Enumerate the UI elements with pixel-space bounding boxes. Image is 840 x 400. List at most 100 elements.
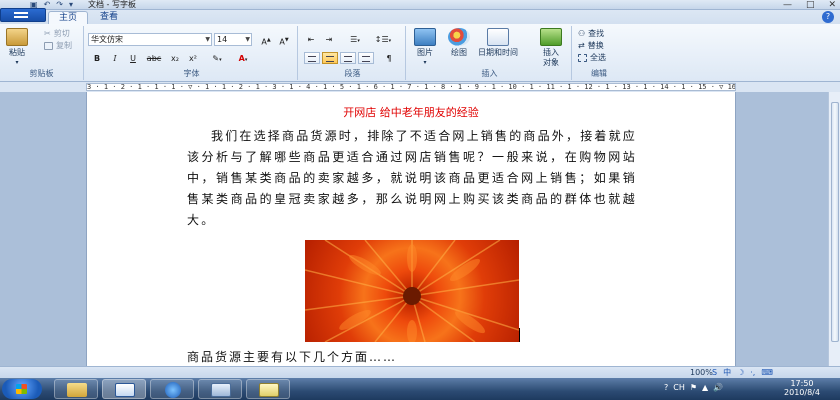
- paragraph-group-label: 段落: [344, 69, 361, 78]
- replace-button[interactable]: ⇄ 替换: [578, 41, 604, 51]
- italic-button[interactable]: I: [108, 52, 122, 64]
- ribbon-tabs: 主页 查看 ?: [0, 10, 840, 24]
- bold-button[interactable]: B: [90, 52, 104, 64]
- status-bar: 100% S 中 ☽ ·, ⌨: [0, 366, 840, 378]
- taskbar-internet-explorer[interactable]: [150, 379, 194, 399]
- paste-button[interactable]: 粘贴 ▾: [6, 28, 28, 68]
- paragraph-group: ⇤ ⇥ ☰▾ ↕☰▾ ¶ 段落: [300, 26, 406, 80]
- menu-icon: [14, 12, 28, 18]
- highlight-color-button[interactable]: ✎▾: [206, 52, 228, 64]
- horizontal-ruler[interactable]: 3 · 1 · 2 · 1 · 1 · 1 · ▽ · 1 · 1 · 2 · …: [86, 83, 736, 91]
- palette-icon: [448, 28, 470, 46]
- document-page[interactable]: 开网店 给中老年朋友的经验 我们在选择商品货源时，排除了不适合网上销售的商品外，…: [86, 92, 736, 366]
- font-group: 华文仿宋 ▼ 14 ▼ A▲ A▼ B I U abc x₂ x² ✎▾ A▾ 字体: [86, 26, 298, 80]
- windows-logo-icon: [16, 384, 27, 394]
- superscript-button[interactable]: x²: [186, 52, 200, 64]
- align-right-button[interactable]: [340, 52, 356, 64]
- date-time-button[interactable]: 日期和时间: [478, 28, 518, 58]
- keyboard-icon[interactable]: ⌨: [761, 367, 773, 378]
- font-color-button[interactable]: A▾: [232, 52, 254, 64]
- volume-icon[interactable]: 🔊: [713, 380, 723, 396]
- chrysanthemum-graphic: [305, 240, 519, 342]
- application-menu-button[interactable]: [0, 8, 46, 22]
- close-button[interactable]: ✕: [828, 0, 836, 10]
- window-title: 文档 - 写字板: [88, 0, 136, 9]
- clipboard-group: 粘贴 ▾ ✂ 剪切 复制 剪贴板: [0, 26, 84, 80]
- ime-icon-1[interactable]: S: [712, 367, 717, 378]
- scrollbar-thumb[interactable]: [831, 102, 839, 342]
- ime-icon-2[interactable]: 中: [723, 367, 731, 378]
- font-size-select[interactable]: 14 ▼: [214, 33, 252, 46]
- document-paragraph: 我们在选择商品货源时，排除了不适合网上销售的商品外，接着就应该分析与了解哪些商品…: [187, 129, 638, 227]
- start-button[interactable]: [2, 379, 42, 399]
- object-icon: [540, 28, 562, 46]
- taskbar-explorer[interactable]: [54, 379, 98, 399]
- clock-time: 17:50: [790, 379, 814, 388]
- document-last-line: 商品货源主要有以下几个方面……: [187, 350, 398, 364]
- language-indicator[interactable]: CH: [673, 380, 685, 396]
- wordpad-icon: [115, 383, 135, 397]
- paste-dropdown-icon: ▾: [15, 59, 19, 66]
- replace-icon: ⇄: [578, 41, 585, 50]
- strikethrough-button[interactable]: abc: [144, 52, 164, 64]
- show-hidden-icons-icon[interactable]: ▲: [702, 380, 708, 396]
- title-bar: ▣ ↶ ↷ ▾ 文档 - 写字板 — □ ✕: [0, 0, 840, 10]
- align-left-button[interactable]: [304, 52, 320, 64]
- folder-icon: [67, 383, 87, 397]
- paste-label: 粘贴: [9, 48, 25, 57]
- clipboard-icon: [6, 28, 28, 46]
- picture-icon: [414, 28, 436, 46]
- clock-date: 2010/8/4: [784, 388, 820, 397]
- font-family-select[interactable]: 华文仿宋 ▼: [88, 33, 212, 46]
- list-bullet-icon[interactable]: ☰▾: [344, 33, 366, 45]
- underline-button[interactable]: U: [126, 52, 140, 64]
- vertical-scrollbar[interactable]: [828, 92, 840, 366]
- cut-button[interactable]: ✂ 剪切: [44, 29, 70, 39]
- select-all-button[interactable]: 全选: [578, 53, 606, 63]
- flower-image[interactable]: [305, 240, 519, 342]
- clock[interactable]: 17:50 2010/8/4: [770, 379, 834, 397]
- help-icon[interactable]: ?: [822, 11, 834, 23]
- chevron-down-icon: ▾: [423, 59, 427, 66]
- redo-icon[interactable]: ↷: [56, 0, 63, 10]
- minimize-button[interactable]: —: [783, 0, 792, 10]
- taskbar-paint[interactable]: [198, 379, 242, 399]
- find-button[interactable]: ⚇ 查找: [578, 29, 604, 39]
- line-spacing-icon[interactable]: ↕☰▾: [370, 33, 396, 45]
- insert-object-button[interactable]: 插入 对象: [536, 28, 566, 68]
- clipboard-group-label: 剪贴板: [29, 69, 54, 78]
- qat-dropdown-icon[interactable]: ▾: [69, 0, 73, 10]
- select-all-icon: [578, 54, 587, 62]
- document-heading: 开网店 给中老年朋友的经验: [343, 106, 479, 119]
- subscript-button[interactable]: x₂: [168, 52, 182, 64]
- insert-group: 图片 ▾ 绘图 日期和时间 插入 对象 插入: [408, 26, 572, 80]
- align-center-button[interactable]: [322, 52, 338, 64]
- paint-icon: [211, 383, 231, 397]
- copy-icon: [44, 42, 53, 50]
- maximize-button[interactable]: □: [806, 0, 815, 10]
- editing-group: ⚇ 查找 ⇄ 替换 全选 编辑: [574, 26, 624, 80]
- paragraph-settings-icon[interactable]: ¶: [380, 52, 398, 64]
- ime-icon-4[interactable]: ·,: [750, 367, 755, 378]
- flag-icon[interactable]: ⚑: [690, 380, 697, 396]
- insert-group-label: 插入: [481, 69, 498, 78]
- decrease-indent-icon[interactable]: ⇤: [304, 33, 318, 45]
- tab-home[interactable]: 主页: [48, 11, 89, 24]
- taskbar-notepad[interactable]: [246, 379, 290, 399]
- zoom-level: 100%: [690, 368, 713, 377]
- increase-indent-icon[interactable]: ⇥: [322, 33, 336, 45]
- paint-drawing-button[interactable]: 绘图: [448, 28, 470, 58]
- copy-button[interactable]: 复制: [44, 41, 72, 51]
- picture-button[interactable]: 图片 ▾: [414, 28, 436, 68]
- ime-icon-3[interactable]: ☽: [737, 367, 744, 378]
- taskbar-wordpad[interactable]: [102, 379, 146, 399]
- shrink-font-button[interactable]: A▼: [276, 33, 292, 47]
- taskbar: ? CH ⚑ ▲ 🔊 17:50 2010/8/4: [0, 378, 840, 400]
- tab-view[interactable]: 查看: [90, 11, 128, 24]
- ribbon: 粘贴 ▾ ✂ 剪切 复制 剪贴板 华文仿宋 ▼ 14 ▼ A▲ A▼ B I U a…: [0, 24, 840, 82]
- ie-icon: [165, 382, 181, 398]
- help-tray-icon[interactable]: ?: [664, 380, 668, 396]
- justify-button[interactable]: [358, 52, 374, 64]
- grow-font-button[interactable]: A▲: [258, 33, 274, 47]
- ruler-area: 3 · 1 · 2 · 1 · 1 · 1 · ▽ · 1 · 1 · 2 · …: [0, 82, 840, 92]
